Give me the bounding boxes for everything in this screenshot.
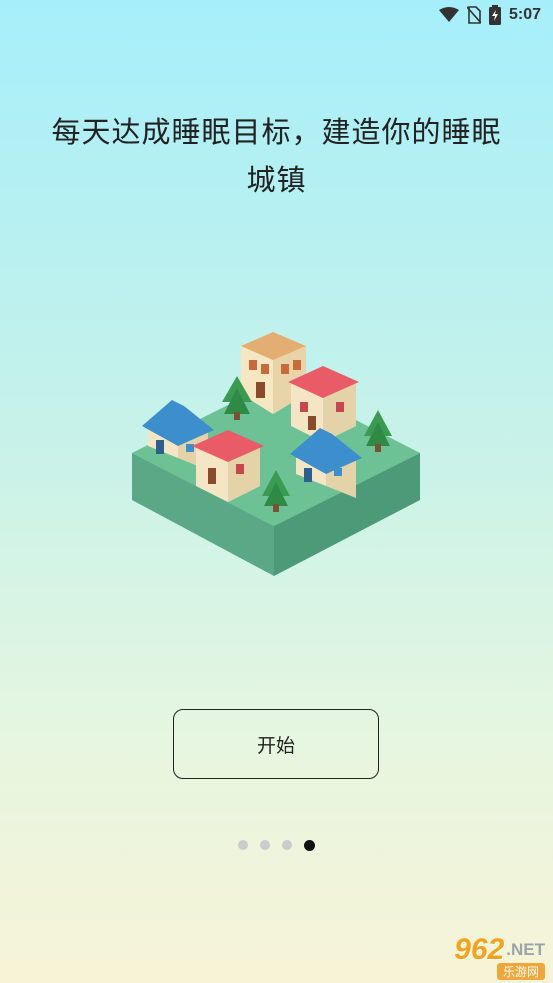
onboarding-headline: 每天达成睡眠目标，建造你的睡眠城镇 (51, 115, 502, 197)
wifi-icon (438, 7, 459, 23)
page-dot-active[interactable] (304, 839, 315, 851)
watermark-suffix: .NET (506, 940, 545, 959)
page-dot[interactable] (238, 840, 248, 850)
site-watermark: 962 .NET 乐游网 (413, 933, 545, 980)
start-button[interactable]: 开始 (173, 709, 379, 779)
sleep-town-illustration (128, 318, 428, 583)
watermark-subtitle: 乐游网 (496, 963, 545, 980)
status-bar: 5:07 (0, 0, 553, 30)
watermark-number: 962 (454, 933, 505, 966)
status-time: 5:07 (508, 6, 541, 23)
battery-charging-icon (488, 5, 501, 25)
page-dot[interactable] (260, 840, 270, 850)
no-sim-icon (466, 6, 481, 24)
page-dot[interactable] (282, 840, 292, 850)
page-indicator (0, 839, 553, 851)
